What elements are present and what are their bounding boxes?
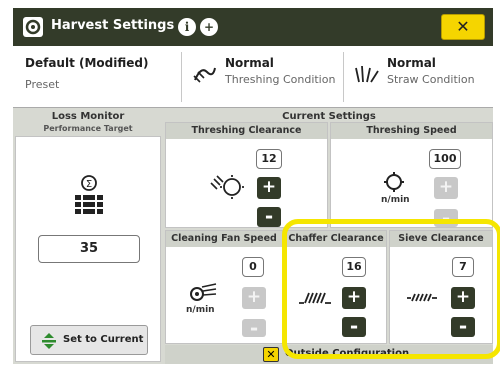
window-title: Harvest Settings — [51, 18, 175, 33]
preset-bar: Default (Modified) Preset Normal Threshi… — [13, 46, 493, 108]
add-icon[interactable]: + — [200, 18, 218, 36]
cleaning-fan-speed-label: Cleaning Fan Speed — [166, 231, 282, 247]
straw-condition-label: Straw Condition — [387, 73, 475, 86]
preset-label: Preset — [25, 78, 60, 91]
outside-configuration-icon: ✕ — [263, 347, 279, 362]
cleaning-fan-speed-panel: Cleaning Fan Speed 0 n/min + - — [165, 230, 283, 344]
set-to-current-button[interactable]: Set to Current — [30, 325, 148, 355]
threshing-speed-value[interactable]: 100 — [429, 149, 461, 169]
highlight-outline — [282, 219, 500, 359]
performance-target-input[interactable]: 35 — [38, 235, 140, 263]
cleaning-fan-icon — [190, 283, 217, 301]
loss-monitor-panel: Σ 35 Set to Current — [15, 136, 161, 362]
straw-condition-value: Normal — [387, 56, 436, 70]
threshing-condition-value: Normal — [225, 56, 274, 70]
settings-icon — [23, 17, 43, 37]
concave-clearance-icon — [210, 175, 244, 199]
threshing-speed-increase-button[interactable]: + — [434, 177, 458, 199]
performance-target-label: Performance Target — [43, 124, 133, 133]
rotor-speed-icon — [384, 172, 404, 192]
loss-monitor-title: Loss Monitor — [51, 111, 125, 122]
cleaning-fan-speed-decrease-button[interactable]: - — [242, 318, 266, 338]
threshing-speed-unit: n/min — [381, 195, 410, 205]
divider — [343, 52, 344, 102]
title-bar: Harvest Settings i + ✕ — [13, 8, 493, 46]
preset-value: Default (Modified) — [25, 56, 149, 70]
divider — [181, 52, 182, 102]
set-current-icon — [42, 333, 56, 349]
straw-condition-icon — [355, 65, 379, 83]
close-button[interactable]: ✕ — [441, 14, 485, 40]
cleaning-fan-speed-value[interactable]: 0 — [242, 257, 264, 277]
svg-text:Σ: Σ — [86, 179, 92, 190]
threshing-clearance-label: Threshing Clearance — [166, 123, 327, 139]
threshing-speed-label: Threshing Speed — [331, 123, 492, 139]
cleaning-fan-speed-increase-button[interactable]: + — [242, 287, 266, 309]
threshing-clearance-panel: Threshing Clearance 12 + - — [165, 122, 328, 228]
threshing-speed-panel: Threshing Speed 100 n/min + - — [330, 122, 493, 228]
threshing-clearance-decrease-button[interactable]: - — [257, 206, 281, 227]
info-icon[interactable]: i — [178, 18, 196, 36]
set-to-current-label: Set to Current — [63, 334, 144, 345]
loss-sensor-icon: Σ — [75, 175, 103, 214]
cleaning-fan-speed-unit: n/min — [186, 305, 215, 315]
threshing-clearance-value[interactable]: 12 — [256, 149, 282, 169]
threshing-clearance-increase-button[interactable]: + — [257, 177, 281, 199]
current-settings-title: Current Settings — [282, 111, 376, 122]
threshing-condition-label: Threshing Condition — [225, 73, 336, 86]
threshing-condition-icon — [193, 67, 216, 83]
